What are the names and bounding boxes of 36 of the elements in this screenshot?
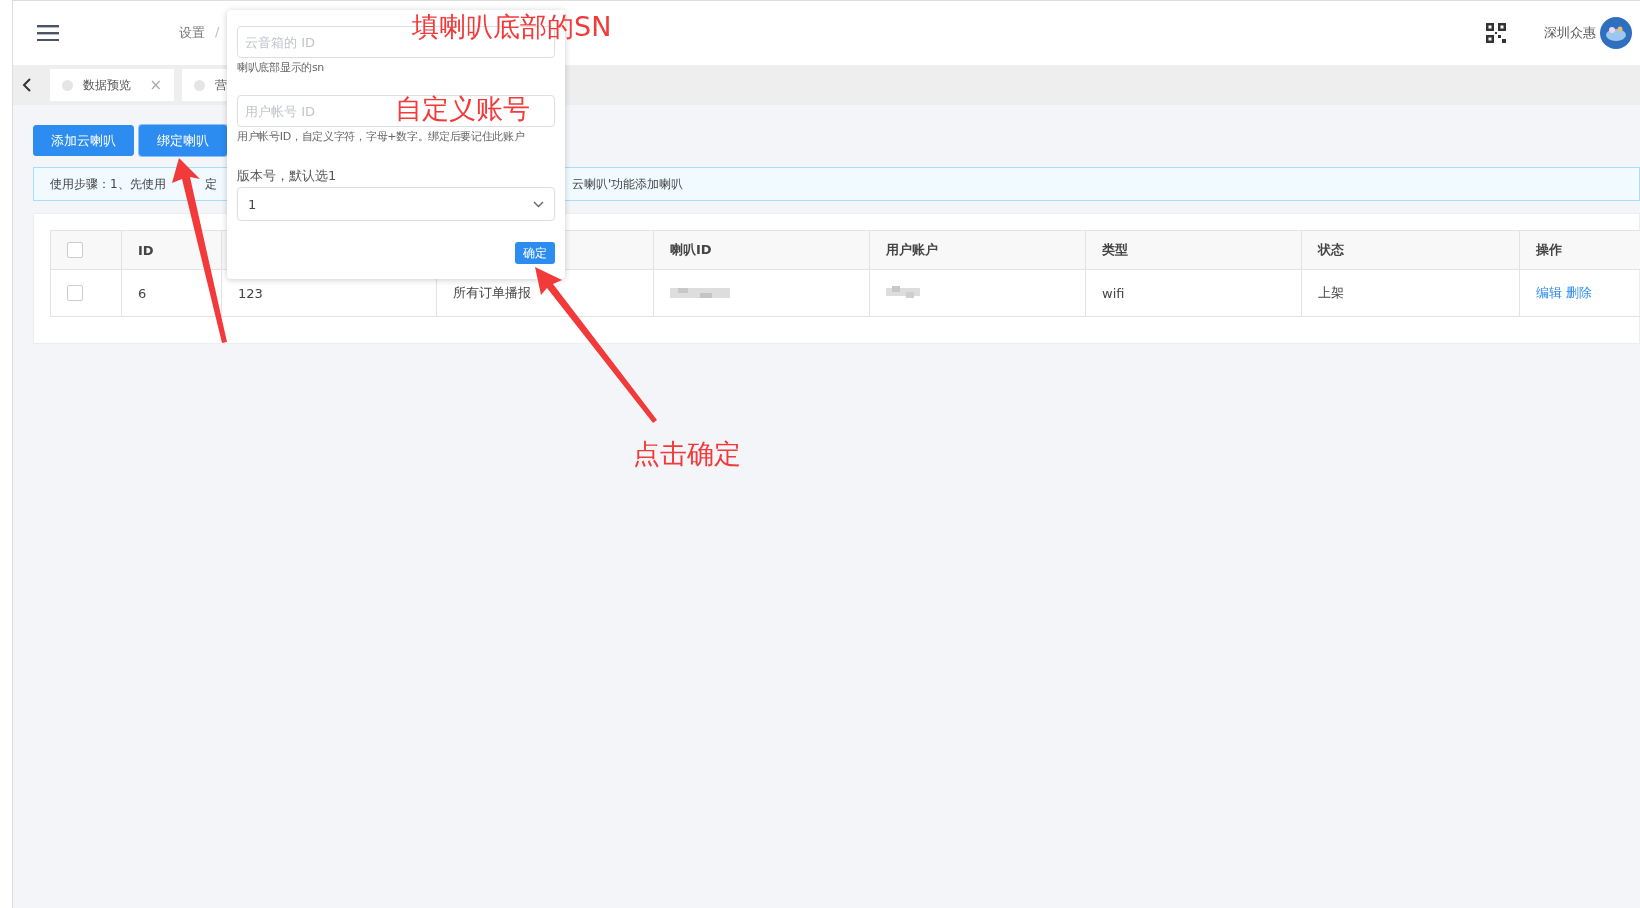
column-header: 用户账户: [886, 242, 938, 257]
table-cell: 123: [238, 285, 263, 301]
close-icon[interactable]: ×: [149, 76, 162, 94]
annotation-text: 自定义账号: [395, 92, 530, 126]
field-hint: 喇叭底部显示的sn: [237, 61, 325, 75]
checkbox[interactable]: [67, 285, 83, 302]
page-tab[interactable]: 数据预览 ×: [50, 69, 174, 101]
breadcrumb-separator: /: [215, 24, 220, 41]
qr-code-icon[interactable]: [1486, 23, 1506, 43]
avatar-icon[interactable]: [1600, 17, 1632, 49]
column-header: 操作: [1536, 242, 1562, 257]
column-header: 喇叭ID: [670, 242, 712, 257]
bind-speaker-button[interactable]: 绑定喇叭: [139, 125, 227, 156]
column-header: ID: [138, 242, 154, 258]
column-header: 状态: [1318, 242, 1344, 257]
action-link[interactable]: 编辑: [1536, 285, 1562, 300]
column-header: 类型: [1102, 242, 1128, 257]
chevron-down-icon: [533, 200, 544, 208]
checkbox[interactable]: [67, 242, 83, 259]
field-label: 版本号，默认选1: [237, 168, 338, 183]
confirm-button[interactable]: 确定: [515, 242, 555, 264]
alert-text: 使用步骤：1、先使用: [50, 175, 167, 193]
table-cell: 上架: [1318, 285, 1344, 300]
field-hint: 用户帐号ID，自定义字符，字母+数字。绑定后要记住此账户: [237, 130, 526, 144]
add-speaker-button[interactable]: 添加云喇叭: [33, 125, 134, 156]
menu-icon[interactable]: [37, 25, 59, 41]
version-select[interactable]: 1: [237, 187, 555, 221]
table-cell: wifi: [1102, 285, 1125, 301]
user-name[interactable]: 深圳众惠: [1544, 24, 1596, 42]
action-link[interactable]: 删除: [1566, 285, 1592, 300]
annotation-text: 点击确定: [633, 437, 741, 471]
alert-text: 定: [205, 175, 217, 193]
table-cell: 6: [138, 285, 147, 301]
alert-text: 云喇叭'功能添加喇叭: [572, 175, 684, 193]
breadcrumb-item[interactable]: 设置: [179, 24, 205, 42]
table-cell: 所有订单播报: [453, 285, 531, 300]
